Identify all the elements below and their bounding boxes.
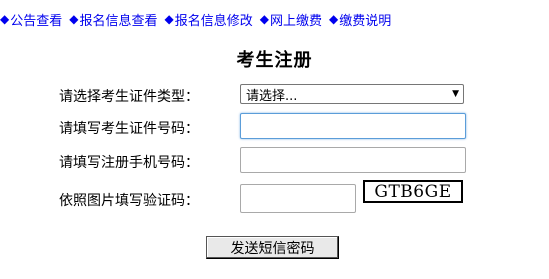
nav-item-edit-registration[interactable]: ◆ 报名信息修改 — [165, 10, 253, 29]
phone-input[interactable] — [240, 147, 466, 173]
nav-item-payment-instructions[interactable]: ◆ 缴费说明 — [329, 10, 391, 29]
diamond-bullet-icon: ◆ — [69, 12, 79, 26]
id-number-label: 请填写考生证件号码： — [59, 121, 199, 137]
diamond-bullet-icon: ◆ — [259, 12, 269, 26]
captcha-image[interactable]: GTB6GE — [363, 180, 463, 203]
nav-item-online-payment[interactable]: ◆ 网上缴费 — [260, 10, 322, 29]
id-type-select-value: 请选择... — [246, 88, 298, 104]
diamond-bullet-icon: ◆ — [329, 12, 339, 26]
diamond-bullet-icon: ◆ — [0, 12, 10, 26]
send-sms-button[interactable]: 发送短信密码 — [206, 236, 339, 259]
page-title: 考生注册 — [236, 50, 313, 71]
nav-item-label: 缴费说明 — [339, 13, 392, 29]
top-nav: ◆ 公告查看 ◆ 报名信息查看 ◆ 报名信息修改 ◆ 网上缴费 ◆ 缴费说明 — [0, 8, 398, 30]
id-type-label: 请选择考生证件类型： — [59, 89, 199, 105]
nav-item-label: 报名信息修改 — [174, 13, 253, 29]
nav-item-label: 公告查看 — [10, 13, 63, 29]
nav-item-label: 网上缴费 — [269, 13, 322, 29]
nav-item-view-registration[interactable]: ◆ 报名信息查看 — [69, 10, 157, 29]
registration-page: ◆ 公告查看 ◆ 报名信息查看 ◆ 报名信息修改 ◆ 网上缴费 ◆ 缴费说明 考… — [0, 0, 549, 279]
id-type-select[interactable]: 请选择... ▼ — [240, 84, 464, 104]
captcha-input[interactable] — [240, 184, 356, 213]
diamond-bullet-icon: ◆ — [164, 12, 174, 26]
nav-item-announcements[interactable]: ◆ 公告查看 — [0, 10, 62, 29]
captcha-label: 依照图片填写验证码： — [59, 193, 199, 209]
nav-item-label: 报名信息查看 — [79, 13, 158, 29]
id-number-input[interactable] — [240, 113, 466, 139]
dropdown-arrow-icon: ▼ — [452, 89, 459, 99]
phone-label: 请填写注册手机号码： — [59, 155, 199, 171]
